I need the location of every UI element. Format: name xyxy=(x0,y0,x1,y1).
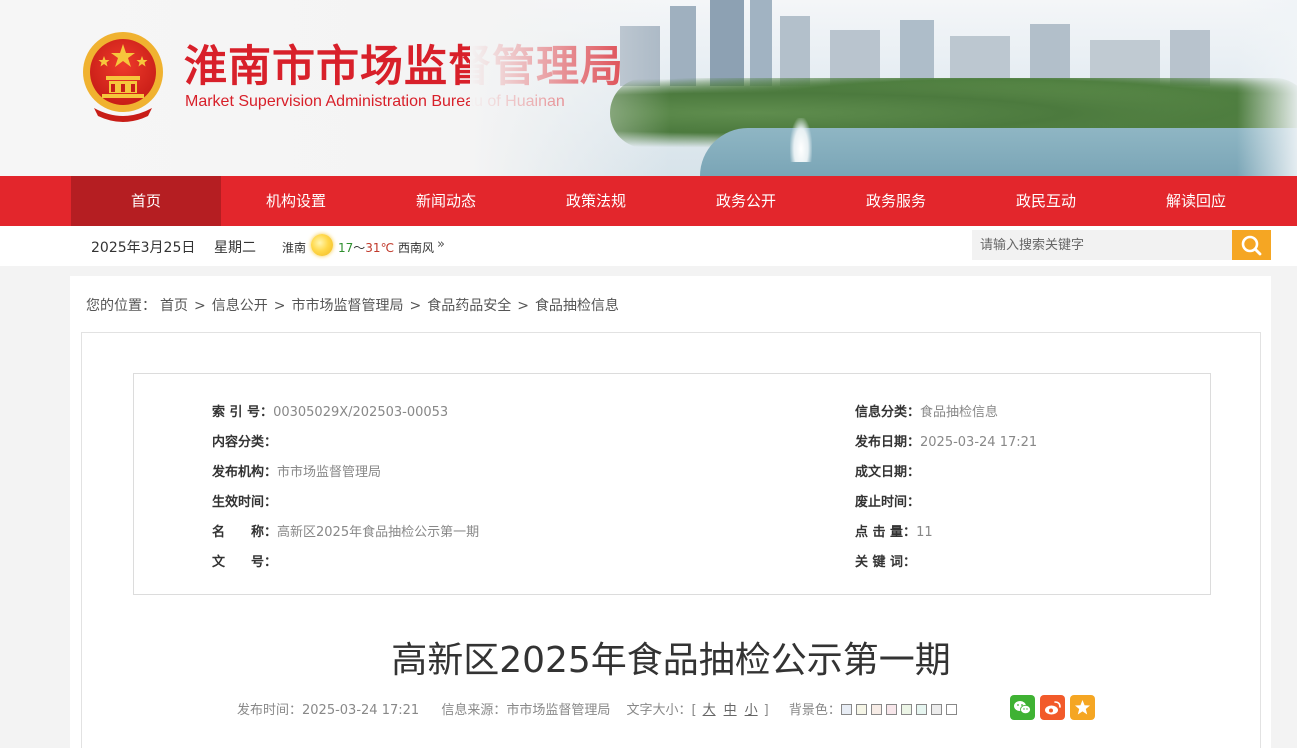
nav-item-policy[interactable]: 政策法规 xyxy=(521,176,671,226)
temp-separator: ～ xyxy=(353,241,366,255)
meta-publish-date: 发布日期：2025-03-24 17:21 xyxy=(855,435,1038,450)
breadcrumb-separator: > xyxy=(273,298,286,314)
breadcrumb-food-drug[interactable]: 食品药品安全 xyxy=(427,298,511,314)
banner-building xyxy=(780,16,810,86)
breadcrumb-info-public[interactable]: 信息公开 xyxy=(212,298,268,314)
national-emblem-icon xyxy=(83,32,163,122)
info-bar: 2025年3月25日 星期二 淮南 17～31℃ 西南风 » xyxy=(0,226,1297,266)
meta-content-category: 内容分类： xyxy=(212,435,278,450)
publish-time-label: 发布时间： xyxy=(237,703,303,718)
banner-fade xyxy=(1237,0,1297,176)
font-size-label: 文字大小： xyxy=(626,703,692,718)
banner-building xyxy=(710,0,744,86)
breadcrumb-home[interactable]: 首页 xyxy=(160,298,188,314)
current-weekday: 星期二 xyxy=(214,240,256,256)
nav-item-news[interactable]: 新闻动态 xyxy=(371,176,521,226)
banner-building xyxy=(670,6,696,86)
nav-item-interpretation[interactable]: 解读回应 xyxy=(1121,176,1271,226)
banner-fade xyxy=(470,0,670,176)
bg-swatch[interactable] xyxy=(840,704,852,715)
meta-name: 名 称：高新区2025年食品抽检公示第一期 xyxy=(212,525,480,540)
star-icon xyxy=(1075,700,1090,715)
nav-item-home[interactable]: 首页 xyxy=(71,176,221,226)
banner-building xyxy=(1030,24,1070,86)
publish-time: 2025-03-24 17:21 xyxy=(302,703,420,718)
banner-fountain xyxy=(790,118,812,162)
article-info-bar: 发布时间：2025-03-24 17:21 信息来源：市市场监督管理局 文字大小… xyxy=(237,699,961,718)
breadcrumb: 您的位置： 首页 > 信息公开 > 市市场监督管理局 > 食品药品安全 > 食品抽检信息 xyxy=(86,295,623,315)
search-icon xyxy=(1241,235,1262,256)
meta-click-count: 点 击 量：11 xyxy=(855,525,933,540)
font-size-small-button[interactable]: 小 xyxy=(745,703,758,718)
main-container: 您的位置： 首页 > 信息公开 > 市市场监督管理局 > 食品药品安全 > 食品抽检信息 索 引 … xyxy=(70,276,1271,748)
meta-keywords: 关 键 词： xyxy=(855,555,917,570)
wechat-glyph-icon xyxy=(1014,701,1031,715)
nav-item-interaction[interactable]: 政民互动 xyxy=(971,176,1121,226)
wechat-share-icon[interactable] xyxy=(1010,695,1035,720)
font-size-bracket: ] xyxy=(763,703,769,718)
bg-swatch[interactable] xyxy=(870,704,882,715)
font-size-medium-button[interactable]: 中 xyxy=(724,703,737,718)
bg-color-swatches xyxy=(840,703,961,718)
breadcrumb-separator: > xyxy=(409,298,422,314)
search-button[interactable] xyxy=(1232,230,1271,260)
breadcrumb-food-sampling[interactable]: 食品抽检信息 xyxy=(535,298,619,314)
bg-swatch[interactable] xyxy=(945,704,957,715)
sun-icon xyxy=(311,234,333,256)
bg-swatch[interactable] xyxy=(900,704,912,715)
metadata-table: 索 引 号：00305029X/202503-00053 内容分类： 发布机构：… xyxy=(133,373,1211,595)
weather-temperature: 17～31℃ xyxy=(338,239,394,256)
bg-swatch[interactable] xyxy=(855,704,867,715)
breadcrumb-separator: > xyxy=(194,298,206,314)
banner-building xyxy=(750,0,772,86)
current-date: 2025年3月25日 xyxy=(91,240,196,256)
weibo-glyph-icon xyxy=(1045,701,1061,715)
site-header: 淮南市市场监督管理局 Market Supervision Administra… xyxy=(0,0,1297,176)
weibo-share-icon[interactable] xyxy=(1040,695,1065,720)
article-panel: 索 引 号：00305029X/202503-00053 内容分类： 发布机构：… xyxy=(81,332,1261,748)
font-size-large-button[interactable]: 大 xyxy=(703,703,716,718)
city-banner-image xyxy=(470,0,1297,176)
search-input[interactable] xyxy=(972,230,1232,260)
source-value: 市市场监督管理局 xyxy=(506,703,611,718)
font-size-bracket: [ xyxy=(691,703,697,718)
weather-more-icon[interactable]: » xyxy=(437,237,445,252)
temp-low: 17 xyxy=(338,241,354,255)
font-size-controls: [ 大中小] xyxy=(692,703,769,718)
bg-swatch[interactable] xyxy=(885,704,897,715)
qzone-share-icon[interactable] xyxy=(1070,695,1095,720)
article-title: 高新区2025年食品抽检公示第一期 xyxy=(391,640,951,681)
source-label: 信息来源： xyxy=(441,703,507,718)
main-nav: 首页 机构设置 新闻动态 政策法规 政务公开 政务服务 政民互动 解读回应 xyxy=(0,176,1297,226)
meta-expiry-date: 废止时间： xyxy=(855,495,921,510)
meta-info-category: 信息分类：食品抽检信息 xyxy=(855,405,999,420)
background-color-label: 背景色： xyxy=(788,703,841,718)
meta-index-number: 索 引 号：00305029X/202503-00053 xyxy=(212,405,449,420)
nav-item-gov-services[interactable]: 政务服务 xyxy=(821,176,971,226)
breadcrumb-prefix: 您的位置： xyxy=(86,298,156,314)
temp-high: 31℃ xyxy=(365,241,395,255)
bg-swatch[interactable] xyxy=(915,704,927,715)
nav-item-gov-affairs[interactable]: 政务公开 xyxy=(671,176,821,226)
meta-effective-date: 生效时间： xyxy=(212,495,278,510)
banner-building xyxy=(900,20,934,86)
weather-city: 淮南 xyxy=(282,241,307,255)
meta-publisher: 发布机构：市市场监督管理局 xyxy=(212,465,382,480)
breadcrumb-separator: > xyxy=(517,298,529,314)
meta-written-date: 成文日期： xyxy=(855,465,921,480)
bg-swatch[interactable] xyxy=(930,704,942,715)
breadcrumb-bureau[interactable]: 市市场监督管理局 xyxy=(291,298,403,314)
weather-wind: 西南风 xyxy=(398,241,435,255)
nav-item-organization[interactable]: 机构设置 xyxy=(221,176,371,226)
meta-document-number: 文 号： xyxy=(212,555,278,570)
